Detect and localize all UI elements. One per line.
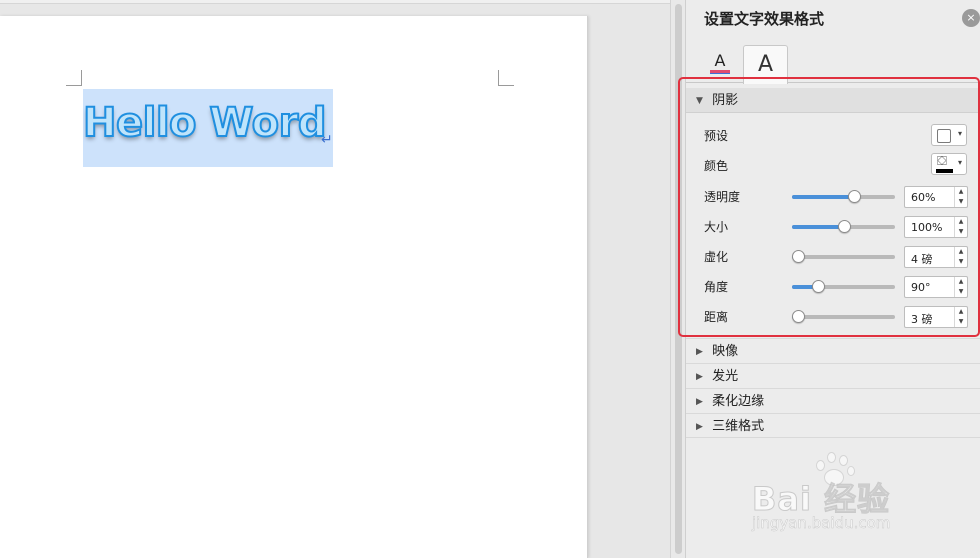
paragraph-mark-icon: ↵ (321, 132, 333, 148)
collapsed-arrow-icon: ▶ (696, 372, 703, 382)
spinbox-arrows[interactable]: ▲ ▼ (954, 307, 967, 327)
slider-thumb[interactable] (792, 250, 805, 263)
document-page[interactable]: Hello Word ↵ (0, 16, 588, 558)
slider-thumb[interactable] (838, 220, 851, 233)
slider-thumb[interactable] (812, 280, 825, 293)
slider-thumb[interactable] (848, 190, 861, 203)
top-toolbar-edge (0, 0, 670, 4)
section-glow-label: 发光 (712, 369, 739, 384)
shadow-row-label: 角度 (704, 280, 729, 294)
collapsed-arrow-icon: ▶ (696, 347, 703, 357)
section-3d-format[interactable]: ▶ 三维格式 (686, 413, 980, 438)
document-area: Hello Word ↵ (0, 0, 670, 558)
text-fill-outline-icon: A (714, 51, 726, 70)
spin-up-icon[interactable]: ▲ (955, 247, 967, 257)
spin-up-icon[interactable]: ▲ (955, 277, 967, 287)
spin-down-icon[interactable]: ▼ (955, 227, 967, 237)
spinbox-value[interactable]: 3 磅 (911, 311, 933, 327)
spinbox-value[interactable]: 100% (911, 221, 942, 234)
spinbox-arrows[interactable]: ▲ ▼ (954, 277, 967, 297)
section-reflection-label: 映像 (712, 344, 739, 359)
spinbox-arrows[interactable]: ▲ ▼ (954, 217, 967, 237)
spinbox-value[interactable]: 60% (911, 191, 935, 204)
shadow-row-spinbox[interactable]: 90° ▲ ▼ (904, 276, 968, 298)
collapsed-arrow-icon: ▶ (696, 422, 703, 432)
spin-down-icon[interactable]: ▼ (955, 257, 967, 267)
document-text[interactable]: Hello Word (82, 99, 327, 147)
watermark-url: jingyan.baidu.com (752, 514, 891, 533)
section-reflection[interactable]: ▶ 映像 (686, 338, 980, 363)
shadow-row-slider[interactable] (792, 250, 895, 263)
shadow-row-slider[interactable] (792, 220, 895, 233)
section-soft-edges[interactable]: ▶ 柔化边缘 (686, 388, 980, 413)
section-glow[interactable]: ▶ 发光 (686, 363, 980, 388)
slider-thumb[interactable] (792, 310, 805, 323)
close-icon[interactable]: × (962, 9, 980, 27)
panel-title: 设置文字效果格式 (704, 10, 825, 28)
fill-color-bar (710, 70, 730, 74)
shadow-row-spinbox[interactable]: 3 磅 ▲ ▼ (904, 306, 968, 328)
shadow-row-label: 虚化 (704, 250, 729, 264)
section-3d-format-label: 三维格式 (712, 419, 765, 434)
spin-up-icon[interactable]: ▲ (955, 217, 967, 227)
slider-fill (792, 195, 854, 199)
shadow-row-label: 大小 (704, 220, 729, 234)
margin-corner-top-left (66, 70, 82, 86)
shadow-row-label: 距离 (704, 310, 729, 324)
spin-down-icon[interactable]: ▼ (955, 317, 967, 327)
slider-fill (792, 225, 844, 229)
spin-up-icon[interactable]: ▲ (955, 307, 967, 317)
spin-down-icon[interactable]: ▼ (955, 197, 967, 207)
margin-corner-top-right (498, 70, 514, 86)
spinbox-value[interactable]: 4 磅 (911, 251, 933, 267)
shadow-row-label: 透明度 (704, 190, 741, 204)
shadow-row-spinbox[interactable]: 60% ▲ ▼ (904, 186, 968, 208)
collapsed-arrow-icon: ▶ (696, 397, 703, 407)
shadow-row-spinbox[interactable]: 100% ▲ ▼ (904, 216, 968, 238)
shadow-row-spinbox[interactable]: 4 磅 ▲ ▼ (904, 246, 968, 268)
spin-up-icon[interactable]: ▲ (955, 187, 967, 197)
shadow-row-slider[interactable] (792, 190, 895, 203)
shadow-row-slider[interactable] (792, 280, 895, 293)
baidu-watermark: Bai 经验 jingyan.baidu.com (751, 452, 972, 542)
spinbox-arrows[interactable]: ▲ ▼ (954, 247, 967, 267)
text-effects-icon: A (757, 52, 774, 77)
shadow-row-slider[interactable] (792, 310, 895, 323)
section-soft-edges-label: 柔化边缘 (712, 394, 765, 409)
spinbox-arrows[interactable]: ▲ ▼ (954, 187, 967, 207)
spinbox-value[interactable]: 90° (911, 281, 931, 294)
spin-down-icon[interactable]: ▼ (955, 287, 967, 297)
